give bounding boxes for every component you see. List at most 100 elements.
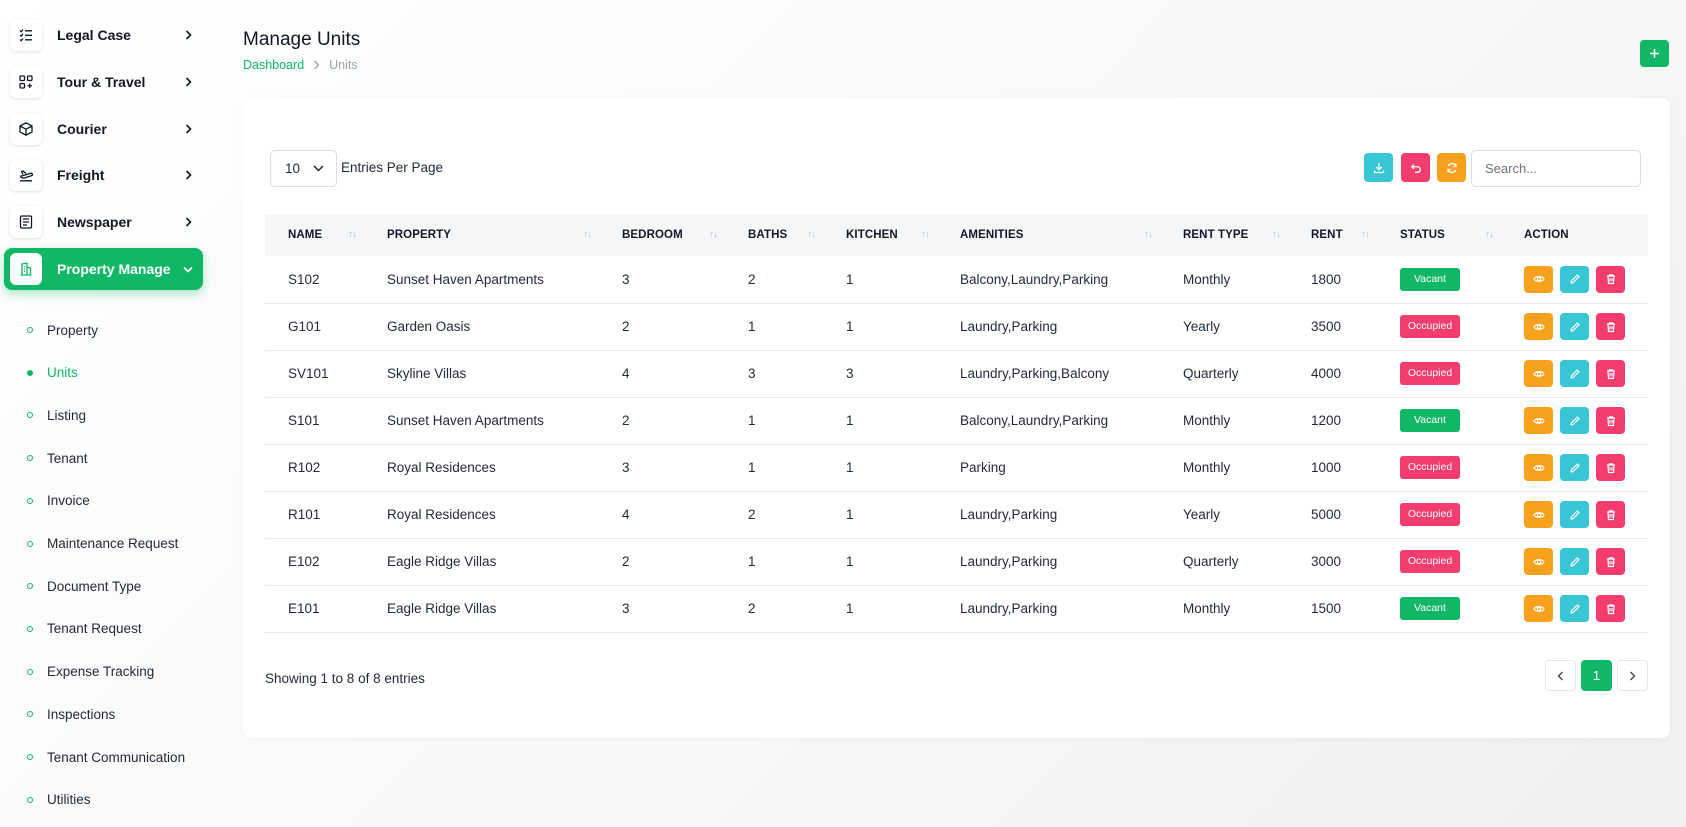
cell-property: Royal Residences [387, 507, 496, 522]
delete-button[interactable] [1596, 313, 1625, 340]
cell-rent-type: Monthly [1183, 413, 1231, 428]
sidebar-subitem-units[interactable]: Units [0, 358, 200, 388]
sidebar-subitem-tenant[interactable]: Tenant [0, 443, 200, 473]
view-button[interactable] [1524, 407, 1553, 434]
sidebar-subitem-utilities[interactable]: Utilities [0, 785, 200, 815]
sidebar-item-legal-case[interactable]: Legal Case [4, 14, 203, 56]
view-button[interactable] [1524, 454, 1553, 481]
edit-button[interactable] [1560, 501, 1589, 528]
sidebar-item-tour-travel[interactable]: Tour & Travel [4, 61, 203, 103]
view-button[interactable] [1524, 360, 1553, 387]
delete-button[interactable] [1596, 548, 1625, 575]
column-header-rent-type[interactable]: RENT TYPE ↑↓ [1160, 214, 1288, 256]
status-badge: Occupied [1400, 550, 1460, 573]
sidebar-item-label: Newspaper [57, 214, 132, 230]
column-header-rent[interactable]: RENT ↑↓ [1288, 214, 1377, 256]
sidebar-item-newspaper[interactable]: Newspaper [4, 201, 203, 243]
edit-button[interactable] [1560, 313, 1589, 340]
view-button[interactable] [1524, 548, 1553, 575]
edit-button[interactable] [1560, 407, 1589, 434]
sidebar-subitem-listing[interactable]: Listing [0, 400, 200, 430]
edit-button[interactable] [1560, 360, 1589, 387]
edit-button[interactable] [1560, 265, 1589, 293]
sidebar-subitem-tenant-communication[interactable]: Tenant Communication [0, 742, 200, 772]
chevron-right-icon [173, 170, 203, 180]
cell-property: Sunset Haven Apartments [387, 271, 544, 287]
refresh-button[interactable] [1437, 153, 1466, 182]
column-header-name[interactable]: NAME ↑↓ [265, 214, 364, 256]
view-button[interactable] [1524, 501, 1553, 528]
bullet-icon [27, 625, 33, 632]
sidebar-item-freight[interactable]: Freight [4, 154, 203, 196]
next-page-button[interactable] [1617, 660, 1648, 691]
edit-button[interactable] [1560, 454, 1589, 481]
column-header-label: RENT TYPE [1183, 229, 1249, 241]
sidebar-item-courier[interactable]: Courier [4, 108, 203, 150]
column-header-label: KITCHEN [846, 229, 898, 241]
delete-button[interactable] [1596, 265, 1625, 293]
sidebar-subitem-tenant-request[interactable]: Tenant Request [0, 614, 200, 644]
sidebar-item-property-manage[interactable]: Property Manage [4, 248, 203, 290]
delete-button[interactable] [1596, 360, 1625, 387]
cell-action [1501, 397, 1648, 444]
sidebar-subitem-invoice[interactable]: Invoice [0, 486, 200, 516]
column-header-status[interactable]: STATUS ↑↓ [1377, 214, 1501, 256]
view-button[interactable] [1524, 595, 1553, 622]
column-header-baths[interactable]: BATHS ↑↓ [725, 214, 823, 256]
package-icon [10, 113, 42, 145]
sidebar-subitem-inspections[interactable]: Inspections [0, 699, 200, 729]
entries-per-page-select[interactable]: 10 [270, 150, 337, 187]
eye-icon [1532, 323, 1545, 330]
cell-rent-type: Yearly [1183, 507, 1221, 522]
cell-status: Occupied [1377, 444, 1501, 491]
column-header-amenities[interactable]: AMENITIES ↑↓ [937, 214, 1160, 256]
cell-status: Occupied [1377, 350, 1501, 397]
sidebar-subitem-expense-tracking[interactable]: Expense Tracking [0, 657, 200, 687]
breadcrumb-dashboard-link[interactable]: Dashboard [243, 58, 304, 72]
cell-rent-type: Quarterly [1183, 366, 1239, 381]
edit-button[interactable] [1560, 548, 1589, 575]
cell-status: Occupied [1377, 303, 1501, 350]
delete-button[interactable] [1596, 407, 1625, 434]
delete-button[interactable] [1596, 595, 1625, 622]
add-unit-button[interactable] [1640, 40, 1669, 67]
column-header-property[interactable]: PROPERTY ↑↓ [364, 214, 599, 256]
table-row: S102 Sunset Haven Apartments 3 2 1 Balcony,La… [265, 256, 1648, 303]
bullet-icon [27, 754, 33, 760]
sidebar-subitem-label: Units [47, 365, 78, 381]
eye-icon [1532, 276, 1545, 283]
sidebar-subitem-maintenance-request[interactable]: Maintenance Request [0, 529, 200, 559]
pencil-icon [1569, 509, 1580, 520]
download-button[interactable] [1364, 153, 1393, 182]
page-1-button[interactable]: 1 [1581, 660, 1612, 691]
cell-kitchen: 1 [846, 271, 854, 287]
table-row: G101 Garden Oasis 2 1 1 Laundry,Parking Yearly… [265, 303, 1648, 350]
previous-page-button[interactable] [1545, 660, 1576, 691]
column-header-kitchen[interactable]: KITCHEN ↑↓ [823, 214, 937, 256]
bullet-icon [27, 369, 33, 376]
sidebar-subitem-label: Tenant Request [47, 621, 142, 637]
column-header-bedroom[interactable]: BEDROOM ↑↓ [599, 214, 725, 256]
cell-name: G101 [288, 319, 322, 334]
cell-baths: 2 [748, 507, 756, 522]
list-check-icon [10, 19, 42, 51]
search-input[interactable] [1471, 150, 1641, 187]
bullet-icon [27, 540, 33, 547]
undo-icon [1410, 163, 1421, 173]
delete-button[interactable] [1596, 454, 1625, 481]
delete-button[interactable] [1596, 501, 1625, 528]
reset-button[interactable] [1401, 153, 1430, 182]
view-button[interactable] [1524, 265, 1553, 293]
bullet-icon [27, 668, 33, 675]
cell-bedroom: 3 [622, 601, 630, 616]
edit-button[interactable] [1560, 595, 1589, 622]
view-button[interactable] [1524, 313, 1553, 340]
bullet-icon [27, 796, 33, 803]
sidebar-subitem-label: Property [47, 322, 99, 338]
cell-property: Eagle Ridge Villas [387, 601, 497, 616]
sidebar-subitem-document-type[interactable]: Document Type [0, 571, 200, 601]
cell-action [1501, 491, 1648, 538]
eye-icon [1532, 558, 1545, 565]
page-title: Manage Units [243, 29, 361, 50]
sidebar-subitem-property[interactable]: Property [0, 315, 200, 345]
